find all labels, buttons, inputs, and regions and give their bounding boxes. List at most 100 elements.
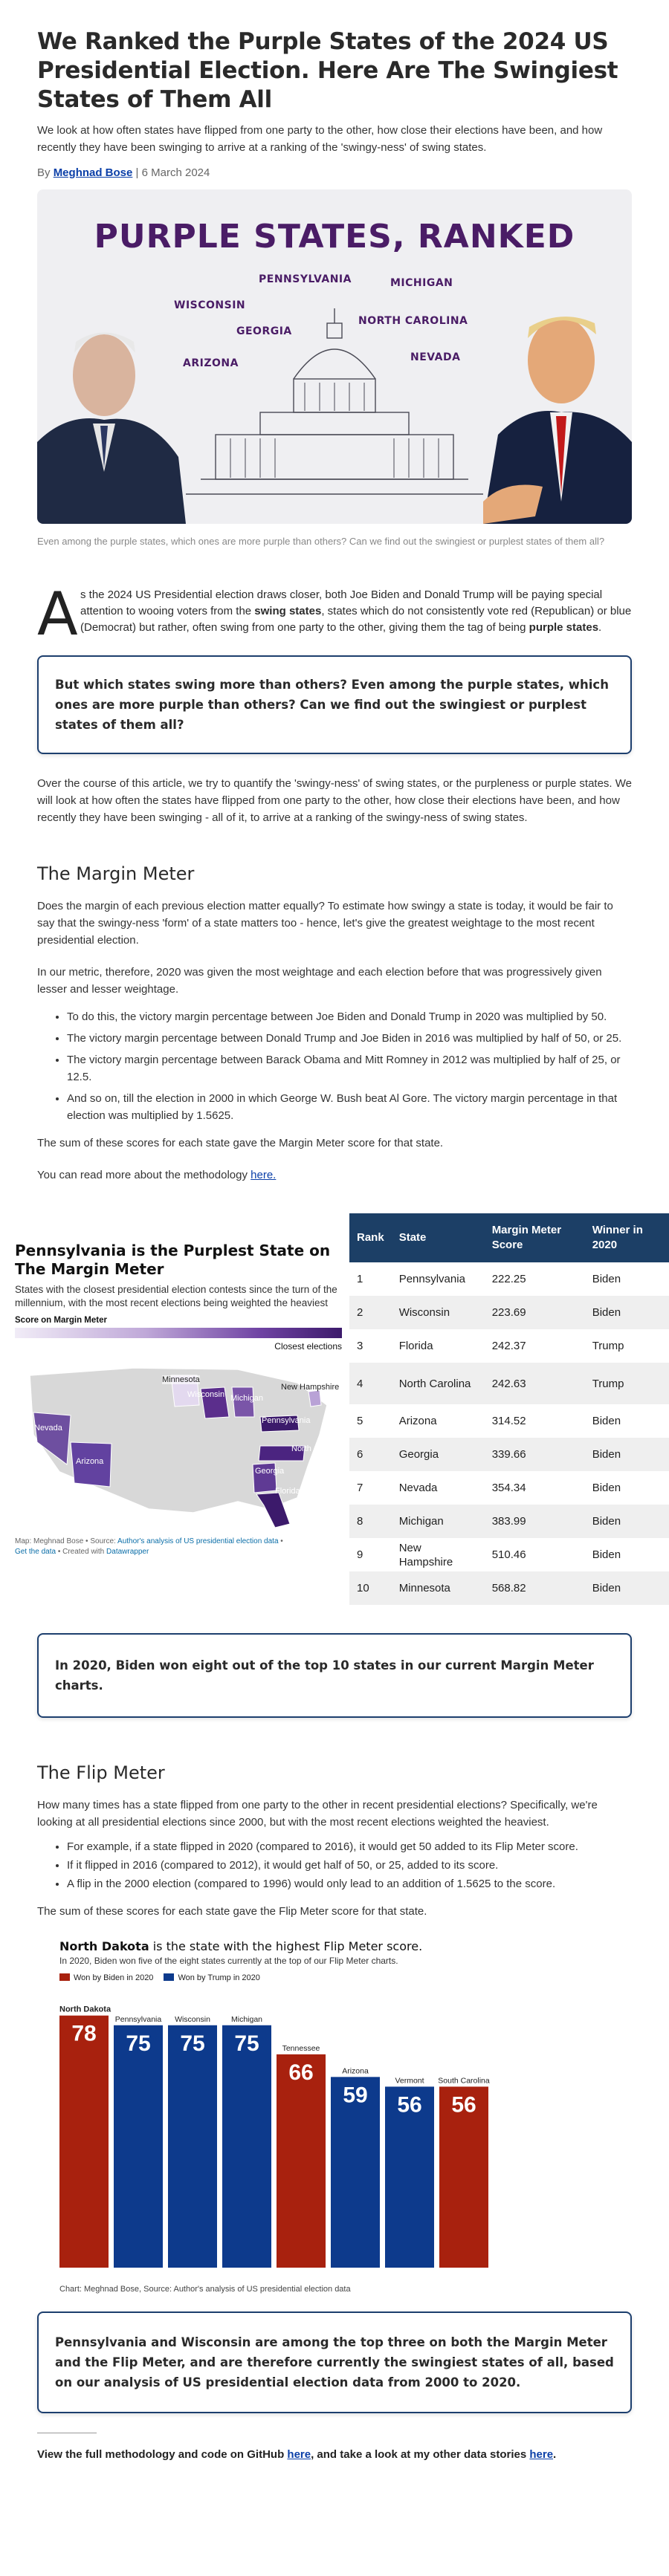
cell-score: 223.69 (484, 1296, 585, 1329)
chart-source: Chart: Meghnad Bose, Source: Author's an… (59, 2285, 351, 2294)
cell-winner: Biden (592, 1273, 621, 1285)
map-label-nevada: Nevada (34, 1424, 62, 1433)
cell-winner: Biden (584, 1505, 669, 1538)
col-rank: Rank (349, 1213, 392, 1262)
flip-paragraph-1: How many times has a state flipped from … (37, 1799, 598, 1829)
map-score-label: Score on Margin Meter (15, 1316, 107, 1325)
bar-pennsylvania (114, 2025, 163, 2268)
cell-winner: Biden (584, 1296, 669, 1329)
bar-category-label: Wisconsin (175, 2015, 210, 2024)
bar-value-label: 75 (180, 2031, 204, 2056)
hero-label-arizona: ARIZONA (183, 357, 239, 369)
list-item: If it flipped in 2016 (compared to 2012)… (67, 1857, 632, 1874)
cell-score: 383.99 (484, 1505, 585, 1538)
section-heading-margin-meter: The Margin Meter (37, 863, 195, 884)
bar-value-label: 59 (343, 2083, 367, 2107)
cell-winner: Biden (592, 1482, 621, 1494)
other-stories-link[interactable]: here (529, 2448, 553, 2461)
table-row: 9 New Hampshire 510.46 Biden (349, 1538, 669, 1571)
cell-rank: 8 (349, 1505, 392, 1538)
bar-north-dakota (59, 2015, 109, 2268)
col-winner: Winner in 2020 (584, 1213, 669, 1262)
cell-state: Minnesota (391, 1571, 485, 1605)
map-legend-label: Closest elections (274, 1341, 342, 1352)
map-label-minnesota: Minnesota (162, 1375, 200, 1384)
bar-tennessee (277, 2054, 326, 2268)
bar-category-label: Arizona (342, 2066, 369, 2075)
bar-value-label: 75 (126, 2031, 150, 2056)
legend-trump: Won by Trump in 2020 (164, 1973, 260, 1982)
get-data-link[interactable]: Get the data (15, 1548, 56, 1556)
table-header-row: Rank State Margin Meter Score Winner in … (349, 1213, 669, 1262)
map-label-wisconsin: Wisconsin (187, 1390, 225, 1399)
map-color-legend (15, 1328, 342, 1338)
cell-rank: 5 (357, 1415, 363, 1427)
dropcap: A (37, 580, 78, 649)
map-label-arizona: Arizona (76, 1457, 104, 1466)
byline-prefix: By (37, 166, 51, 179)
cell-state: Georgia (391, 1438, 485, 1471)
map-subtitle: States with the closest presidential ele… (15, 1284, 337, 1308)
datawrapper-link[interactable]: Datawrapper (106, 1548, 149, 1556)
map-label-georgia: Georgia (255, 1467, 285, 1476)
list-item: The victory margin percentage between Do… (67, 1030, 632, 1047)
margin-paragraph-1: Does the margin of each previous electio… (37, 900, 613, 947)
cell-rank: 7 (357, 1482, 363, 1494)
bar-value-label: 56 (451, 2092, 476, 2117)
cell-state: Michigan (391, 1505, 485, 1538)
author-link[interactable]: Meghnad Bose (54, 166, 133, 179)
cell-rank: 3 (357, 1340, 363, 1352)
hero-label-wisconsin: WISCONSIN (174, 299, 246, 311)
hero-label-pennsylvania: PENNSYLVANIA (259, 273, 352, 285)
cell-score: 510.46 (491, 1548, 526, 1561)
col-state: State (391, 1213, 485, 1262)
hero-label-north-carolina: NORTH CAROLINA (358, 315, 468, 327)
bar-value-label: 75 (234, 2031, 259, 2056)
intro-paragraph-2: Over the course of this article, we try … (37, 777, 632, 824)
methodology-link[interactable]: here. (251, 1169, 276, 1181)
map-source-link[interactable]: Author's analysis of US presidential ele… (117, 1537, 278, 1545)
table-row: 1 Pennsylvania 222.25 Biden (349, 1262, 669, 1296)
list-item: The victory margin percentage between Ba… (67, 1051, 632, 1086)
article-dek: We look at how often states have flipped… (37, 124, 603, 154)
cell-score: 314.52 (491, 1415, 526, 1427)
bar-category-label: Tennessee (282, 2044, 320, 2053)
flip-bullets: For example, if a state flipped in 2020 … (67, 1838, 632, 1892)
map-source: Map: Meghnad Bose • Source: Author's ana… (15, 1537, 283, 1556)
cell-winner: Biden (592, 1415, 621, 1427)
cell-rank: 10 (349, 1571, 392, 1605)
bar-category-label: North Dakota (59, 2005, 112, 2014)
hero-label-michigan: MICHIGAN (390, 277, 453, 289)
publish-date: 6 March 2024 (141, 166, 210, 179)
margin-paragraph-4: You can read more about the methodology … (37, 1169, 277, 1181)
biden-photo (37, 332, 186, 524)
cell-state: Nevada (398, 1482, 438, 1494)
swing-states-bold: swing states (254, 605, 322, 617)
table-row: 10 Minnesota 568.82 Biden (349, 1571, 669, 1605)
chart-legend: Won by Biden in 2020 Won by Trump in 202… (59, 1973, 595, 1982)
bar-value-label: 78 (71, 2022, 96, 2046)
hero-label-nevada: NEVADA (410, 351, 461, 363)
chart-title: North Dakota is the state with the highe… (59, 1939, 423, 1953)
table-row: 8 Michigan 383.99 Biden (349, 1505, 669, 1538)
margin-meter-table: Rank State Margin Meter Score Winner in … (349, 1213, 669, 1607)
cell-rank: 4 (349, 1363, 392, 1404)
table-row: 7 Nevada 354.34 Biden (349, 1471, 669, 1505)
cell-state: Wisconsin (391, 1296, 485, 1329)
bar-value-label: 56 (397, 2092, 421, 2117)
bar-category-label: Pennsylvania (115, 2015, 162, 2024)
github-link[interactable]: here (287, 2448, 311, 2461)
footer-note: View the full methodology and code on Gi… (37, 2448, 557, 2461)
legend-biden: Won by Biden in 2020 (59, 1973, 153, 1982)
margin-paragraph-3: The sum of these scores for each state g… (37, 1137, 444, 1149)
flip-meter-chart: North Dakota is the state with the highe… (59, 1939, 595, 2294)
cell-state: Arizona (398, 1415, 437, 1427)
map-label-michigan: Michigan (230, 1394, 264, 1403)
cell-score: 222.25 (491, 1273, 526, 1285)
cell-rank: 6 (349, 1438, 392, 1471)
section-heading-flip-meter: The Flip Meter (37, 1762, 165, 1783)
cell-winner: Biden (584, 1571, 669, 1605)
cell-winner: Biden (592, 1548, 621, 1561)
cell-state: Pennsylvania (398, 1273, 465, 1285)
chart-subtitle: In 2020, Biden won five of the eight sta… (59, 1956, 398, 1966)
